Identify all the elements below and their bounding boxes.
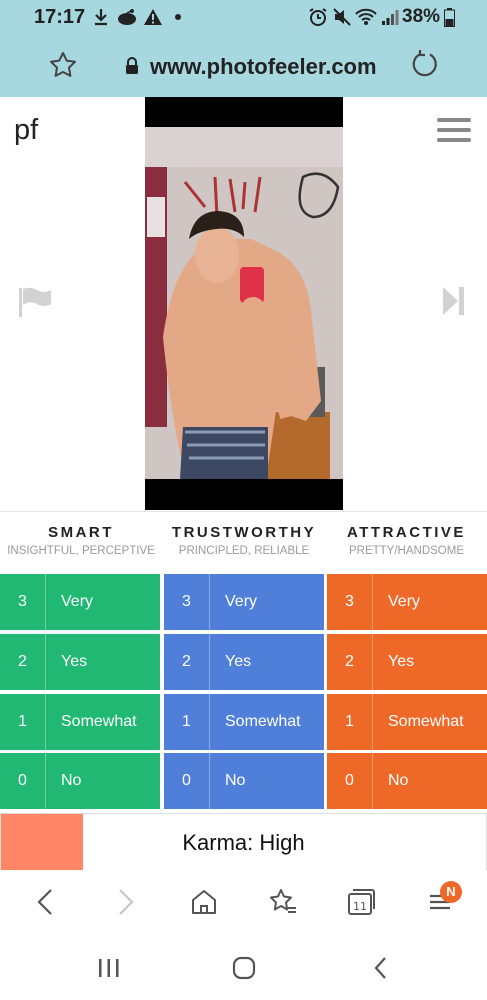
category-title-trustworthy: TRUSTWORTHY	[171, 524, 317, 541]
battery-percentage: 38%	[402, 6, 441, 27]
rating-value: 2	[164, 634, 210, 690]
rating-label: Very	[388, 593, 421, 610]
hamburger-menu-icon[interactable]	[437, 117, 471, 143]
rating-value: 2	[0, 634, 46, 690]
mute-icon	[331, 7, 353, 27]
warning-icon	[143, 7, 163, 27]
url-field[interactable]: www.photofeeler.com	[150, 54, 377, 80]
flag-icon[interactable]	[18, 286, 52, 318]
smart-rating-yes[interactable]: 2 Yes	[0, 634, 160, 690]
photofeeler-logo[interactable]: pf	[14, 114, 38, 147]
karma-bar: Karma: High	[0, 813, 487, 871]
rating-value: 3	[0, 574, 46, 630]
wifi-icon	[354, 7, 378, 27]
alarm-icon	[307, 7, 329, 27]
trustworthy-rating-no[interactable]: 0 No	[164, 753, 324, 809]
rating-label: Yes	[61, 653, 88, 670]
rating-label: Very	[225, 593, 258, 610]
download-icon	[93, 7, 109, 27]
more-notifications-icon	[173, 7, 183, 27]
rating-value: 1	[0, 694, 46, 750]
smart-rating-no[interactable]: 0 No	[0, 753, 160, 809]
rating-label: Somewhat	[61, 713, 137, 730]
trustworthy-rating-very[interactable]: 3 Very	[164, 574, 324, 630]
attractive-rating-no[interactable]: 0 No	[327, 753, 487, 809]
attractive-rating-somewhat[interactable]: 1 Somewhat	[327, 694, 487, 750]
rating-value: 1	[164, 694, 210, 750]
smart-rating-very[interactable]: 3 Very	[0, 574, 160, 630]
rating-value: 1	[327, 694, 373, 750]
tabs-icon[interactable]: 11	[343, 884, 379, 920]
rating-label: Yes	[225, 653, 252, 670]
divider	[0, 511, 487, 512]
rating-value: 0	[164, 753, 210, 809]
signal-icon	[380, 7, 400, 27]
category-subtitle-trustworthy: PRINCIPLED, RELIABLE	[178, 545, 310, 557]
recent-apps-icon[interactable]	[89, 950, 129, 986]
rating-value: 3	[327, 574, 373, 630]
status-time: 17:17	[34, 6, 86, 28]
trustworthy-rating-somewhat[interactable]: 1 Somewhat	[164, 694, 324, 750]
rating-label: Yes	[388, 653, 415, 670]
system-home-icon[interactable]	[224, 950, 264, 986]
skip-next-icon[interactable]	[442, 286, 466, 316]
rated-photo	[145, 127, 343, 479]
bookmarks-icon[interactable]	[265, 884, 301, 920]
category-subtitle-smart: INSIGHTFUL, PERCEPTIVE	[7, 545, 155, 557]
rating-value: 0	[327, 753, 373, 809]
category-subtitle-attractive: PRETTY/HANDSOME	[348, 545, 464, 557]
rating-label: Somewhat	[388, 713, 464, 730]
reload-icon[interactable]	[410, 49, 440, 79]
rating-value: 3	[164, 574, 210, 630]
system-back-icon[interactable]	[361, 950, 401, 986]
rating-value: 0	[0, 753, 46, 809]
back-icon[interactable]	[27, 884, 63, 920]
star-icon[interactable]	[48, 50, 78, 80]
trustworthy-rating-yes[interactable]: 2 Yes	[164, 634, 324, 690]
rating-label: Very	[61, 593, 94, 610]
category-title-smart: SMART	[48, 524, 114, 541]
menu-notification-badge: N	[440, 881, 462, 903]
reddit-icon	[116, 7, 138, 27]
tabs-count: 11	[353, 900, 367, 913]
smart-rating-somewhat[interactable]: 1 Somewhat	[0, 694, 160, 750]
lock-icon	[125, 57, 139, 75]
rating-value: 2	[327, 634, 373, 690]
forward-icon[interactable]	[108, 884, 144, 920]
attractive-rating-yes[interactable]: 2 Yes	[327, 634, 487, 690]
photo-frame	[145, 97, 343, 510]
battery-icon	[443, 7, 455, 27]
rating-label: No	[388, 772, 409, 789]
rating-label: Somewhat	[225, 713, 301, 730]
category-title-attractive: ATTRACTIVE	[347, 524, 466, 541]
browser-bottom-bar	[0, 870, 487, 936]
attractive-rating-very[interactable]: 3 Very	[327, 574, 487, 630]
karma-label: Karma: High	[182, 830, 305, 855]
rating-label: No	[61, 772, 82, 789]
home-icon[interactable]	[186, 884, 222, 920]
rating-label: No	[225, 772, 246, 789]
